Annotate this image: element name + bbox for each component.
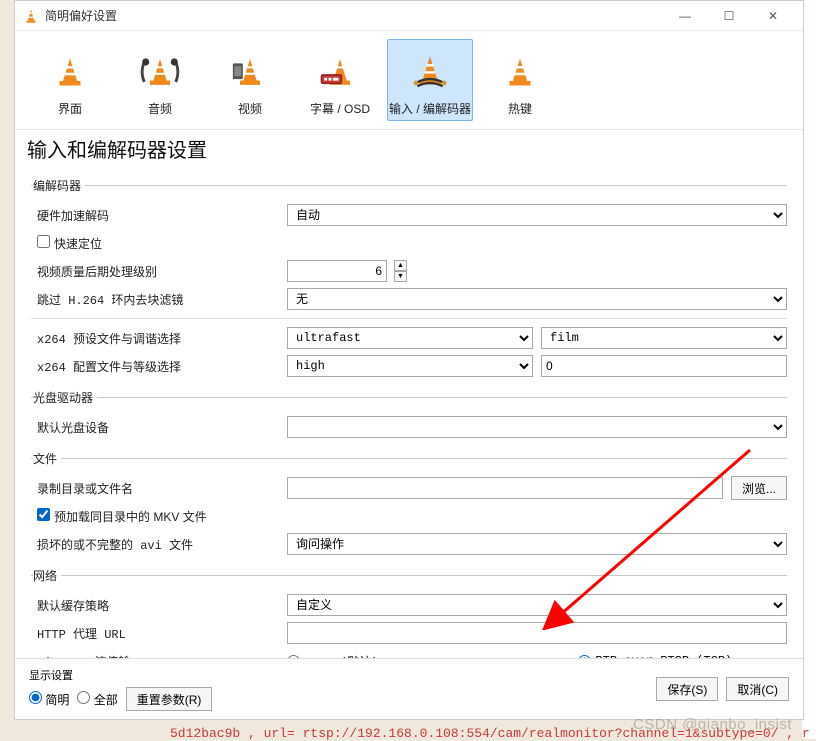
section-legend: 文件 <box>33 450 61 467</box>
watermark: CSDN @qianbo_insist <box>633 716 792 733</box>
fast-seek-checkbox[interactable] <box>37 235 50 248</box>
files-section: 文件 录制目录或文件名 浏览... 预加载同目录中的 MKV 文件 损坏的或不完… <box>31 450 787 561</box>
section-legend: 光盘驱动器 <box>33 389 97 406</box>
damaged-avi-select[interactable]: 询问操作 <box>287 533 787 555</box>
fast-seek-checkbox-label[interactable]: 快速定位 <box>37 237 102 251</box>
save-button[interactable]: 保存(S) <box>656 677 718 701</box>
hw-decode-select[interactable]: 自动 <box>287 204 787 226</box>
record-dir-label: 录制目录或文件名 <box>31 480 287 497</box>
tab-input-codecs[interactable]: 输入 / 编解码器 <box>387 39 473 121</box>
cancel-button[interactable]: 取消(C) <box>726 677 789 701</box>
tab-label: 输入 / 编解码器 <box>389 100 471 117</box>
reset-button[interactable]: 重置参数(R) <box>126 687 213 711</box>
vlc-logo-icon <box>23 8 39 24</box>
skip-loop-label: 跳过 H.264 环内去块滤镜 <box>31 291 287 308</box>
default-disc-label: 默认光盘设备 <box>31 419 287 436</box>
tab-label: 界面 <box>58 100 82 117</box>
browse-button[interactable]: 浏览... <box>731 476 787 500</box>
preload-mkv-checkbox[interactable] <box>37 508 50 521</box>
tab-label: 视频 <box>238 100 262 117</box>
tab-interface[interactable]: 界面 <box>27 39 113 121</box>
damaged-avi-label: 损坏的或不完整的 avi 文件 <box>31 536 287 553</box>
footer: 显示设置 简明 全部 重置参数(R) 保存(S) 取消(C) <box>15 658 803 719</box>
x264-tune-select[interactable]: film <box>541 327 787 349</box>
titlebar: 简明偏好设置 — ☐ ✕ <box>15 1 803 31</box>
postproc-spinner[interactable] <box>287 260 387 282</box>
simple-radio[interactable] <box>29 691 42 704</box>
preload-mkv-label[interactable]: 预加载同目录中的 MKV 文件 <box>37 510 207 524</box>
skip-loop-select[interactable]: 无 <box>287 288 787 310</box>
page-title: 输入和编解码器设置 <box>15 130 803 171</box>
spin-down[interactable]: ▼ <box>394 271 407 282</box>
window-title: 简明偏好设置 <box>45 7 663 24</box>
proxy-label: HTTP 代理 URL <box>31 625 287 642</box>
tab-label: 热键 <box>508 100 532 117</box>
section-legend: 网络 <box>33 567 61 584</box>
x264-level-input[interactable] <box>541 355 787 377</box>
postproc-label: 视频质量后期处理级别 <box>31 263 287 280</box>
hw-decode-label: 硬件加速解码 <box>31 207 287 224</box>
codecs-section: 编解码器 硬件加速解码 自动 快速定位 视频质量后期处理级别 ▲▼ 跳过 H.2… <box>31 177 787 383</box>
show-settings-label: 显示设置 <box>29 667 212 683</box>
tab-label: 音频 <box>148 100 172 117</box>
default-disc-select[interactable] <box>287 416 787 438</box>
record-dir-input[interactable] <box>287 477 723 499</box>
x264-profile-select[interactable]: high <box>287 355 533 377</box>
spin-up[interactable]: ▲ <box>394 260 407 271</box>
tab-hotkeys[interactable]: 热键 <box>477 39 563 121</box>
preferences-window: 简明偏好设置 — ☐ ✕ 界面 音频 视频 字幕 / OSD 输入 / 编解码器… <box>14 0 804 720</box>
maximize-button[interactable]: ☐ <box>707 2 751 30</box>
section-legend: 编解码器 <box>33 177 85 194</box>
minimize-button[interactable]: — <box>663 2 707 30</box>
x264-profile-label: x264 配置文件与等级选择 <box>31 358 287 375</box>
category-tabs: 界面 音频 视频 字幕 / OSD 输入 / 编解码器 热键 <box>15 31 803 130</box>
tab-audio[interactable]: 音频 <box>117 39 203 121</box>
settings-content: 编解码器 硬件加速解码 自动 快速定位 视频质量后期处理级别 ▲▼ 跳过 H.2… <box>15 171 803 682</box>
tab-subtitles[interactable]: 字幕 / OSD <box>297 39 383 121</box>
close-button[interactable]: ✕ <box>751 2 795 30</box>
all-radio-label[interactable]: 全部 <box>77 691 117 708</box>
proxy-input[interactable] <box>287 622 787 644</box>
tab-video[interactable]: 视频 <box>207 39 293 121</box>
cache-select[interactable]: 自定义 <box>287 594 787 616</box>
simple-radio-label[interactable]: 简明 <box>29 691 69 708</box>
x264-preset-select[interactable]: ultrafast <box>287 327 533 349</box>
all-radio[interactable] <box>77 691 90 704</box>
cache-label: 默认缓存策略 <box>31 597 287 614</box>
x264-preset-label: x264 预设文件与调谐选择 <box>31 330 287 347</box>
tab-label: 字幕 / OSD <box>310 100 370 117</box>
disc-section: 光盘驱动器 默认光盘设备 <box>31 389 787 444</box>
